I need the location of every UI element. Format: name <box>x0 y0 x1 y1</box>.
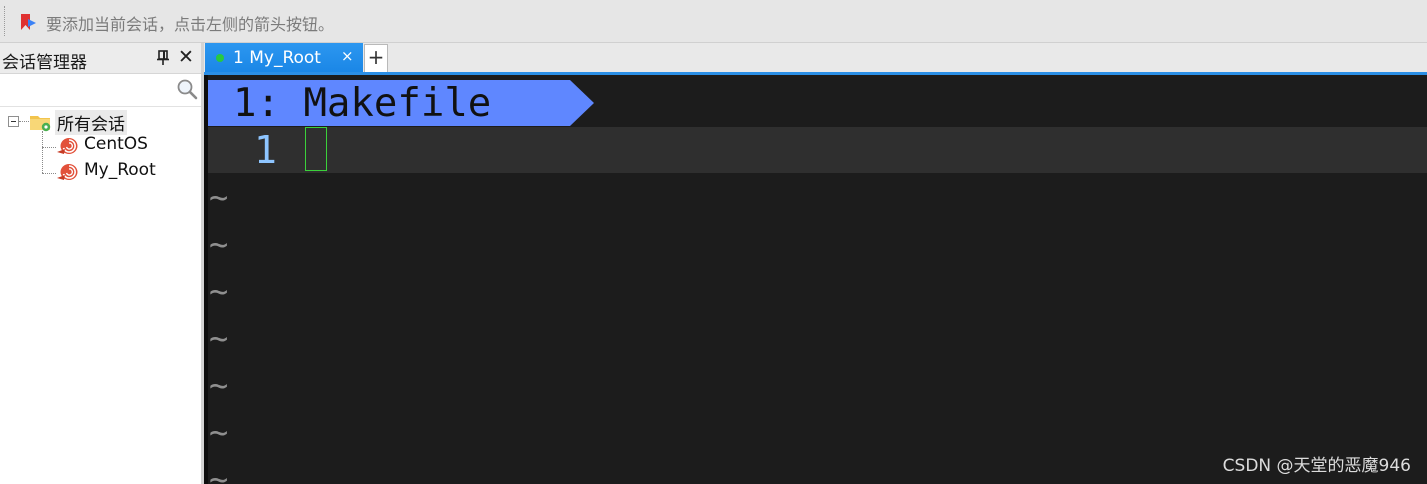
tilde-marker: ~ <box>209 272 229 310</box>
toolbar-grip[interactable] <box>4 6 7 36</box>
session-label[interactable]: CentOS <box>84 134 148 154</box>
tilde-marker: ~ <box>209 366 229 404</box>
tree-root-node[interactable]: 所有会话 <box>0 109 201 135</box>
vim-cursorline <box>208 127 1427 173</box>
add-tab-button[interactable]: + <box>364 44 388 73</box>
tab-my-root[interactable]: 1 My_Root × <box>205 43 363 73</box>
tilde-marker: ~ <box>209 225 229 263</box>
search-input[interactable] <box>2 77 176 103</box>
tree-session-my-root[interactable]: My_Root <box>0 160 201 184</box>
tree-connector <box>19 121 29 122</box>
bookmark-arrow-icon[interactable] <box>19 12 39 32</box>
buffer-label: 1: Makefile <box>233 81 492 126</box>
tab-close-icon[interactable]: × <box>341 47 354 65</box>
tab-label[interactable]: 1 My_Root <box>233 48 321 68</box>
hint-text: 要添加当前会话，点击左侧的箭头按钮。 <box>46 15 335 34</box>
hint-toolbar: 要添加当前会话，点击左侧的箭头按钮。 <box>0 0 1427 43</box>
collapse-toggle-icon[interactable] <box>8 116 19 127</box>
tilde-marker: ~ <box>209 460 229 484</box>
session-search <box>0 74 201 107</box>
pin-icon[interactable] <box>156 50 170 66</box>
watermark: CSDN @天堂的恶魔946 <box>1222 456 1411 476</box>
tree-root-label[interactable]: 所有会话 <box>55 110 127 135</box>
panel-title: 会话管理器 <box>2 53 87 73</box>
session-icon <box>57 138 78 154</box>
tilde-marker: ~ <box>209 413 229 451</box>
search-icon[interactable] <box>176 78 198 100</box>
tilde-marker: ~ <box>209 178 229 216</box>
panel-header: 会话管理器 ✕ <box>0 43 201 74</box>
close-icon[interactable]: ✕ <box>178 46 194 68</box>
vim-bufferline: 1: Makefile <box>208 80 594 126</box>
connected-status-dot-icon <box>216 54 224 62</box>
session-label[interactable]: My_Root <box>84 160 156 180</box>
tab-strip: 1 My_Root × + <box>204 43 1427 73</box>
session-manager-panel: 会话管理器 ✕ 所有会话 CentOS My_Root <box>0 43 201 484</box>
tree-session-centos[interactable]: CentOS <box>0 134 201 158</box>
session-tree: 所有会话 CentOS My_Root <box>0 107 201 477</box>
text-cursor <box>305 127 327 171</box>
line-number: 1 <box>254 128 277 172</box>
session-icon <box>57 164 78 180</box>
folder-icon <box>30 116 51 132</box>
terminal-view[interactable]: 1: Makefile 1 ~ ~ ~ ~ ~ ~ ~ CSDN @天堂的恶魔946 <box>204 75 1427 484</box>
tilde-marker: ~ <box>209 319 229 357</box>
